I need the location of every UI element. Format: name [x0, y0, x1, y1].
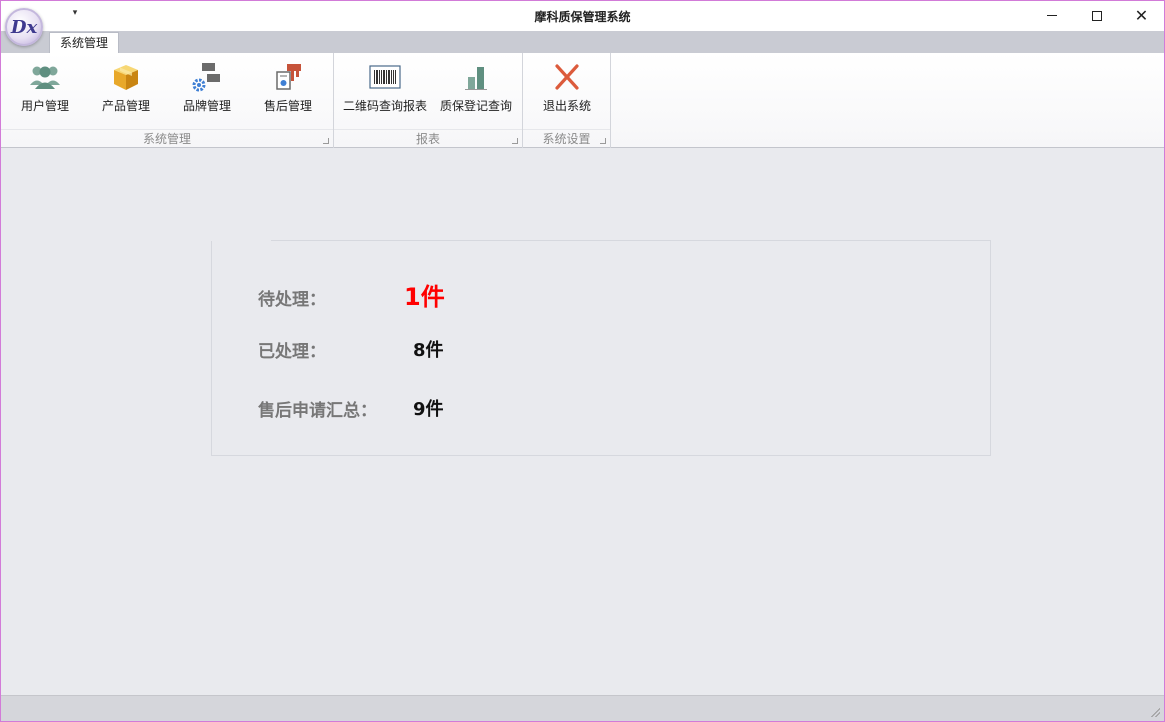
summary-panel — [211, 240, 991, 456]
product-management-button[interactable]: 产品管理 — [88, 57, 164, 127]
tab-system-management[interactable]: 系统管理 — [49, 32, 119, 54]
ribbon-group-label: 系统管理 — [1, 129, 333, 147]
brand-settings-icon — [192, 63, 220, 92]
ribbon-group-label: 系统设置 — [523, 129, 610, 147]
group-launcher-icon[interactable] — [323, 138, 329, 144]
user-management-button[interactable]: 用户管理 — [7, 57, 83, 127]
minimize-icon — [1046, 15, 1057, 16]
maximize-icon — [1091, 10, 1102, 21]
close-icon: ✕ — [1134, 5, 1149, 25]
ribbon-group-system-settings: 退出系统 系统设置 — [523, 53, 611, 148]
total-value: 9件 — [413, 399, 444, 420]
panel-divider — [211, 240, 271, 241]
pending-value: 1件 — [404, 283, 445, 311]
product-management-label: 产品管理 — [101, 99, 150, 113]
status-bar — [1, 695, 1164, 721]
brand-management-button[interactable]: 品牌管理 — [169, 57, 245, 127]
window-title: 摩科质保管理系统 — [534, 10, 631, 24]
after-sales-icon — [276, 64, 301, 90]
app-window: ▾ 摩科质保管理系统 ✕ Dx 系统管理 用户管理 产品管理 品牌管理 售后管理… — [0, 0, 1165, 722]
processed-value: 8件 — [413, 340, 444, 361]
warranty-registration-query-label: 质保登记查询 — [439, 99, 512, 113]
close-button[interactable]: ✕ — [1119, 1, 1164, 30]
total-label: 售后申请汇总： — [258, 401, 377, 421]
maximize-button[interactable] — [1074, 1, 1119, 30]
pending-label: 待处理： — [258, 290, 326, 310]
bar-chart-icon — [465, 67, 487, 90]
group-launcher-icon[interactable] — [512, 138, 518, 144]
qr-query-report-button[interactable]: 二维码查询报表 — [340, 57, 430, 127]
ribbon-group-reports: 二维码查询报表 质保登记查询 报表 — [334, 53, 523, 148]
group-launcher-icon[interactable] — [600, 138, 606, 144]
barcode-icon — [369, 65, 401, 89]
title-bar: ▾ 摩科质保管理系统 ✕ — [1, 1, 1164, 31]
brand-management-label: 品牌管理 — [182, 99, 231, 113]
after-sales-management-button[interactable]: 售后管理 — [250, 57, 326, 127]
ribbon: 用户管理 产品管理 品牌管理 售后管理 系统管理 二维码查询报表 质保登记查询 … — [1, 53, 1164, 148]
minimize-button[interactable] — [1029, 1, 1074, 30]
ribbon-group-system-management: 用户管理 产品管理 品牌管理 售后管理 系统管理 — [1, 53, 334, 148]
resize-grip-icon[interactable] — [1150, 707, 1160, 717]
processed-label: 已处理： — [258, 342, 326, 362]
warranty-registration-query-button[interactable]: 质保登记查询 — [434, 57, 518, 127]
ribbon-tab-strip: 系统管理 — [1, 31, 1164, 54]
after-sales-management-label: 售后管理 — [263, 99, 312, 113]
user-management-label: 用户管理 — [20, 99, 69, 113]
box-icon — [114, 65, 138, 90]
qr-query-report-label: 二维码查询报表 — [342, 99, 427, 113]
users-icon — [30, 66, 60, 89]
exit-x-icon — [555, 64, 579, 90]
app-logo-icon: Dx — [10, 16, 38, 38]
ribbon-group-label: 报表 — [334, 129, 522, 147]
exit-system-label: 退出系统 — [542, 99, 591, 113]
exit-system-button[interactable]: 退出系统 — [529, 57, 605, 127]
app-menu-button[interactable]: Dx — [5, 8, 43, 46]
